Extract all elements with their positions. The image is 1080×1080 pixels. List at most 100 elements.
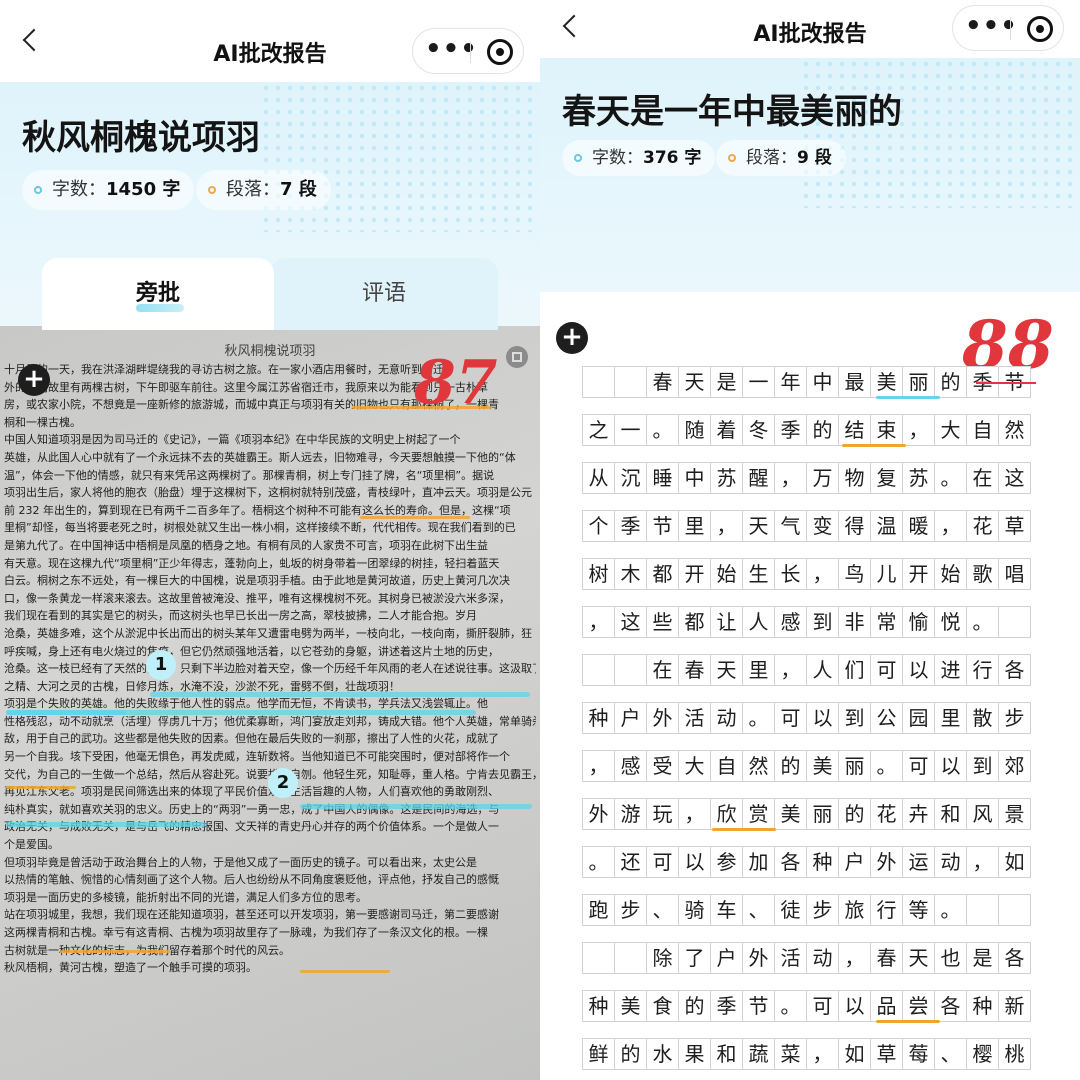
grid-cell: 木 — [614, 558, 647, 590]
annotation-underline — [876, 396, 940, 399]
grid-cell: 春 — [870, 942, 903, 974]
grid-cell: 天 — [710, 654, 743, 686]
grid-cell: 一 — [614, 414, 647, 446]
grid-cell: 外 — [870, 846, 903, 878]
add-annotation-button[interactable]: + — [18, 364, 50, 396]
grid-cell: 可 — [806, 990, 839, 1022]
grid-cell: 悦 — [934, 606, 967, 638]
photo-text-line: 性格残忍，动不动就烹（活埋）俘虏几十万；他优柔寡断，鸿门宴放走刘邦，铸成大错。他… — [4, 714, 536, 728]
grid-cell: 们 — [838, 654, 871, 686]
grid-cell: 鲜 — [582, 1038, 615, 1070]
composition-grid: 春天是一年中最美丽的季节之一。随着冬季的结束，大自然从沉睡中苏醒，万物复苏。在这… — [582, 366, 1038, 1080]
grid-cell: 和 — [934, 798, 967, 830]
grid-cell: 赏 — [742, 798, 775, 830]
grid-cell: 苏 — [902, 462, 935, 494]
annotation-highlight — [300, 804, 532, 809]
grid-cell: 天 — [902, 942, 935, 974]
annotation-highlight — [6, 822, 206, 827]
essay-photo[interactable]: 秋风桐槐说项羽 十月里的一天，我在洪泽湖畔堤绕我的寻访古树之旅。在一家小酒店用餐… — [0, 326, 540, 1080]
grid-cell: 睡 — [646, 462, 679, 494]
grid-cell: 景 — [998, 798, 1031, 830]
grid-cell: 可 — [774, 702, 807, 734]
grid-cell: 节 — [742, 990, 775, 1022]
grid-cell: 、 — [742, 894, 775, 926]
grid-cell: 种 — [582, 990, 615, 1022]
grid-cell: 行 — [966, 654, 999, 686]
grid-cell: 在 — [646, 654, 679, 686]
photo-text-line: 个是爱国。 — [4, 838, 59, 852]
grid-cell: 长 — [774, 558, 807, 590]
grid-row: 在春天里，人们可以进行各 — [582, 654, 1038, 686]
grid-row: 鲜的水果和蔬菜，如草莓、樱桃 — [582, 1038, 1038, 1070]
grid-cell: 桃 — [998, 1038, 1031, 1070]
grid-cell: 。 — [742, 702, 775, 734]
grid-cell: 感 — [774, 606, 807, 638]
essay-title: 春天是一年中最美丽的 — [562, 92, 902, 132]
grid-cell: 参 — [710, 846, 743, 878]
word-count-value: 1450 字 — [106, 179, 181, 200]
grid-cell: ， — [838, 942, 871, 974]
grid-cell: 运 — [902, 846, 935, 878]
grid-cell: 儿 — [870, 558, 903, 590]
grid-cell: 各 — [998, 942, 1031, 974]
grid-cell: 菜 — [774, 1038, 807, 1070]
grid-cell: 游 — [614, 798, 647, 830]
grid-cell: 愉 — [902, 606, 935, 638]
grid-row: ，感受大自然的美丽。可以到郊 — [582, 750, 1038, 782]
grid-cell: 活 — [678, 702, 711, 734]
grid-cell: 的 — [678, 990, 711, 1022]
grid-cell: 里 — [742, 654, 775, 686]
add-annotation-button[interactable]: + — [556, 322, 588, 354]
grid-cell: 可 — [870, 654, 903, 686]
grid-cell: 丽 — [838, 750, 871, 782]
nav-bar: AI批改报告 ••• — [0, 0, 540, 82]
grid-row: 除了户外活动，春天也是各 — [582, 942, 1038, 974]
photo-text-line: 但项羽毕竟是曾活动于政治舞台上的人物，于是他又成了一面历史的镜子。可以看出来，太… — [4, 855, 477, 869]
close-target-icon[interactable] — [1027, 16, 1053, 42]
grid-cell: 季 — [710, 990, 743, 1022]
annotation-marker-1[interactable]: 1 — [146, 650, 176, 680]
grid-cell: 醒 — [742, 462, 775, 494]
grid-cell: 以 — [806, 702, 839, 734]
grid-row: 外游玩，欣赏美丽的花卉和风景 — [582, 798, 1038, 831]
grid-row: 春天是一年中最美丽的季节 — [582, 366, 1038, 399]
word-count-label: 字数： — [592, 148, 643, 168]
photo-text-line: 呼疾喊，身上还有电火烧过的焦痕，但它仍然顽强地活着，以它苍劲的身躯，讲述着这片土… — [4, 644, 499, 658]
grid-cell: 水 — [646, 1038, 679, 1070]
more-icon[interactable]: ••• — [425, 36, 477, 65]
grid-cell: 常 — [870, 606, 903, 638]
annotation-marker-2[interactable]: 2 — [268, 768, 298, 798]
annotation-underline — [712, 828, 776, 831]
photo-essay-text: 十月里的一天，我在洪泽湖畔堤绕我的寻访古树之旅。在一家小酒店用餐时，无意听到宿迁… — [4, 362, 536, 978]
grid-cell: 户 — [710, 942, 743, 974]
grid-cell — [582, 654, 615, 686]
photo-text-line: 项羽出生后，家人将他的胞衣（胎盘）埋于这棵树下，这桐树就特别茂盛，青枝绿叶，直冲… — [4, 486, 532, 500]
paragraph-count-value: 7 段 — [280, 179, 317, 200]
tab-annotations[interactable]: 旁批 — [42, 258, 274, 330]
grid-cell: 的 — [934, 366, 967, 398]
more-icon[interactable]: ••• — [965, 13, 1017, 42]
grid-cell: ， — [774, 462, 807, 494]
grid-cell: 然 — [998, 414, 1031, 446]
photo-text-line: 里桐”却怪，每当将要老死之时，树根处就又生出一株小桐，这样接续不断，代代相传。现… — [4, 521, 516, 535]
grid-cell: 外 — [582, 798, 615, 830]
grid-cell: 生 — [742, 558, 775, 590]
grid-cell: ， — [934, 510, 967, 542]
grid-cell: 这 — [614, 606, 647, 638]
grid-cell: 春 — [646, 366, 679, 398]
grid-cell: 的 — [614, 1038, 647, 1070]
grid-cell: 始 — [710, 558, 743, 590]
grid-cell: 丽 — [902, 366, 935, 398]
tab-comments[interactable]: 评语 — [270, 258, 498, 330]
grid-cell: 变 — [806, 510, 839, 542]
grid-row: 树木都开始生长，鸟儿开始歌唱 — [582, 558, 1038, 590]
paragraph-count-value: 9 段 — [797, 148, 832, 168]
grid-cell: 从 — [582, 462, 615, 494]
photo-text-line: 我们现在看到的其实是它的树头，而这树头也早已长出一房之高，翠枝披拂，二人才能合抱… — [4, 609, 477, 623]
close-target-icon[interactable] — [487, 39, 513, 65]
grid-cell: 都 — [646, 558, 679, 590]
grid-cell: 结 — [838, 414, 871, 446]
grid-cell: 温 — [870, 510, 903, 542]
grid-cell: 徒 — [774, 894, 807, 926]
grid-cell — [582, 942, 615, 974]
